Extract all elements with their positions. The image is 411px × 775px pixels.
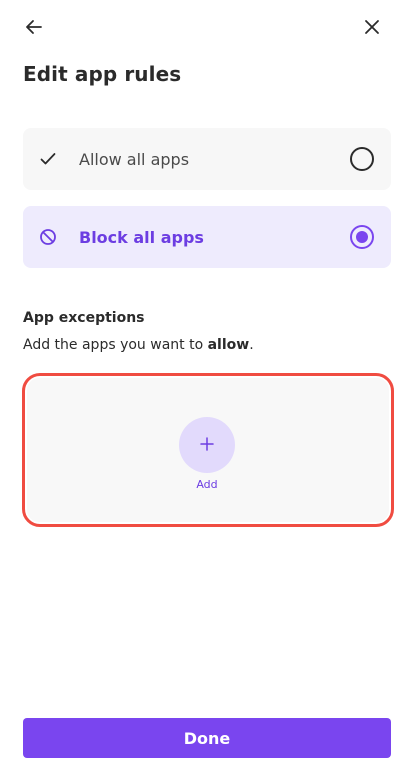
radio-dot [356,231,368,243]
radio-button-unselected[interactable] [350,147,374,171]
option-label: Allow all apps [79,149,190,169]
block-icon [39,228,57,246]
exceptions-heading: App exceptions [23,310,145,326]
option-allow-all-apps[interactable]: Allow all apps [23,128,391,190]
description-text: Add the apps you want to [23,337,208,353]
close-button[interactable] [357,14,387,44]
exceptions-description: Add the apps you want to allow. [23,337,254,353]
option-label: Block all apps [79,227,204,247]
check-icon [39,150,57,168]
page-title: Edit app rules [23,62,182,86]
description-suffix: . [249,337,254,353]
add-app-label[interactable]: Add [0,478,411,491]
description-emphasis: allow [207,337,250,353]
top-bar [0,0,411,58]
option-block-all-apps[interactable]: Block all apps [23,206,391,268]
radio-button-selected[interactable] [350,225,374,249]
done-button[interactable]: Done [23,718,391,758]
add-app-button[interactable] [179,417,235,473]
arrow-left-icon [24,17,44,41]
plus-icon [200,436,214,455]
back-button[interactable] [19,14,49,44]
close-icon [364,19,380,39]
